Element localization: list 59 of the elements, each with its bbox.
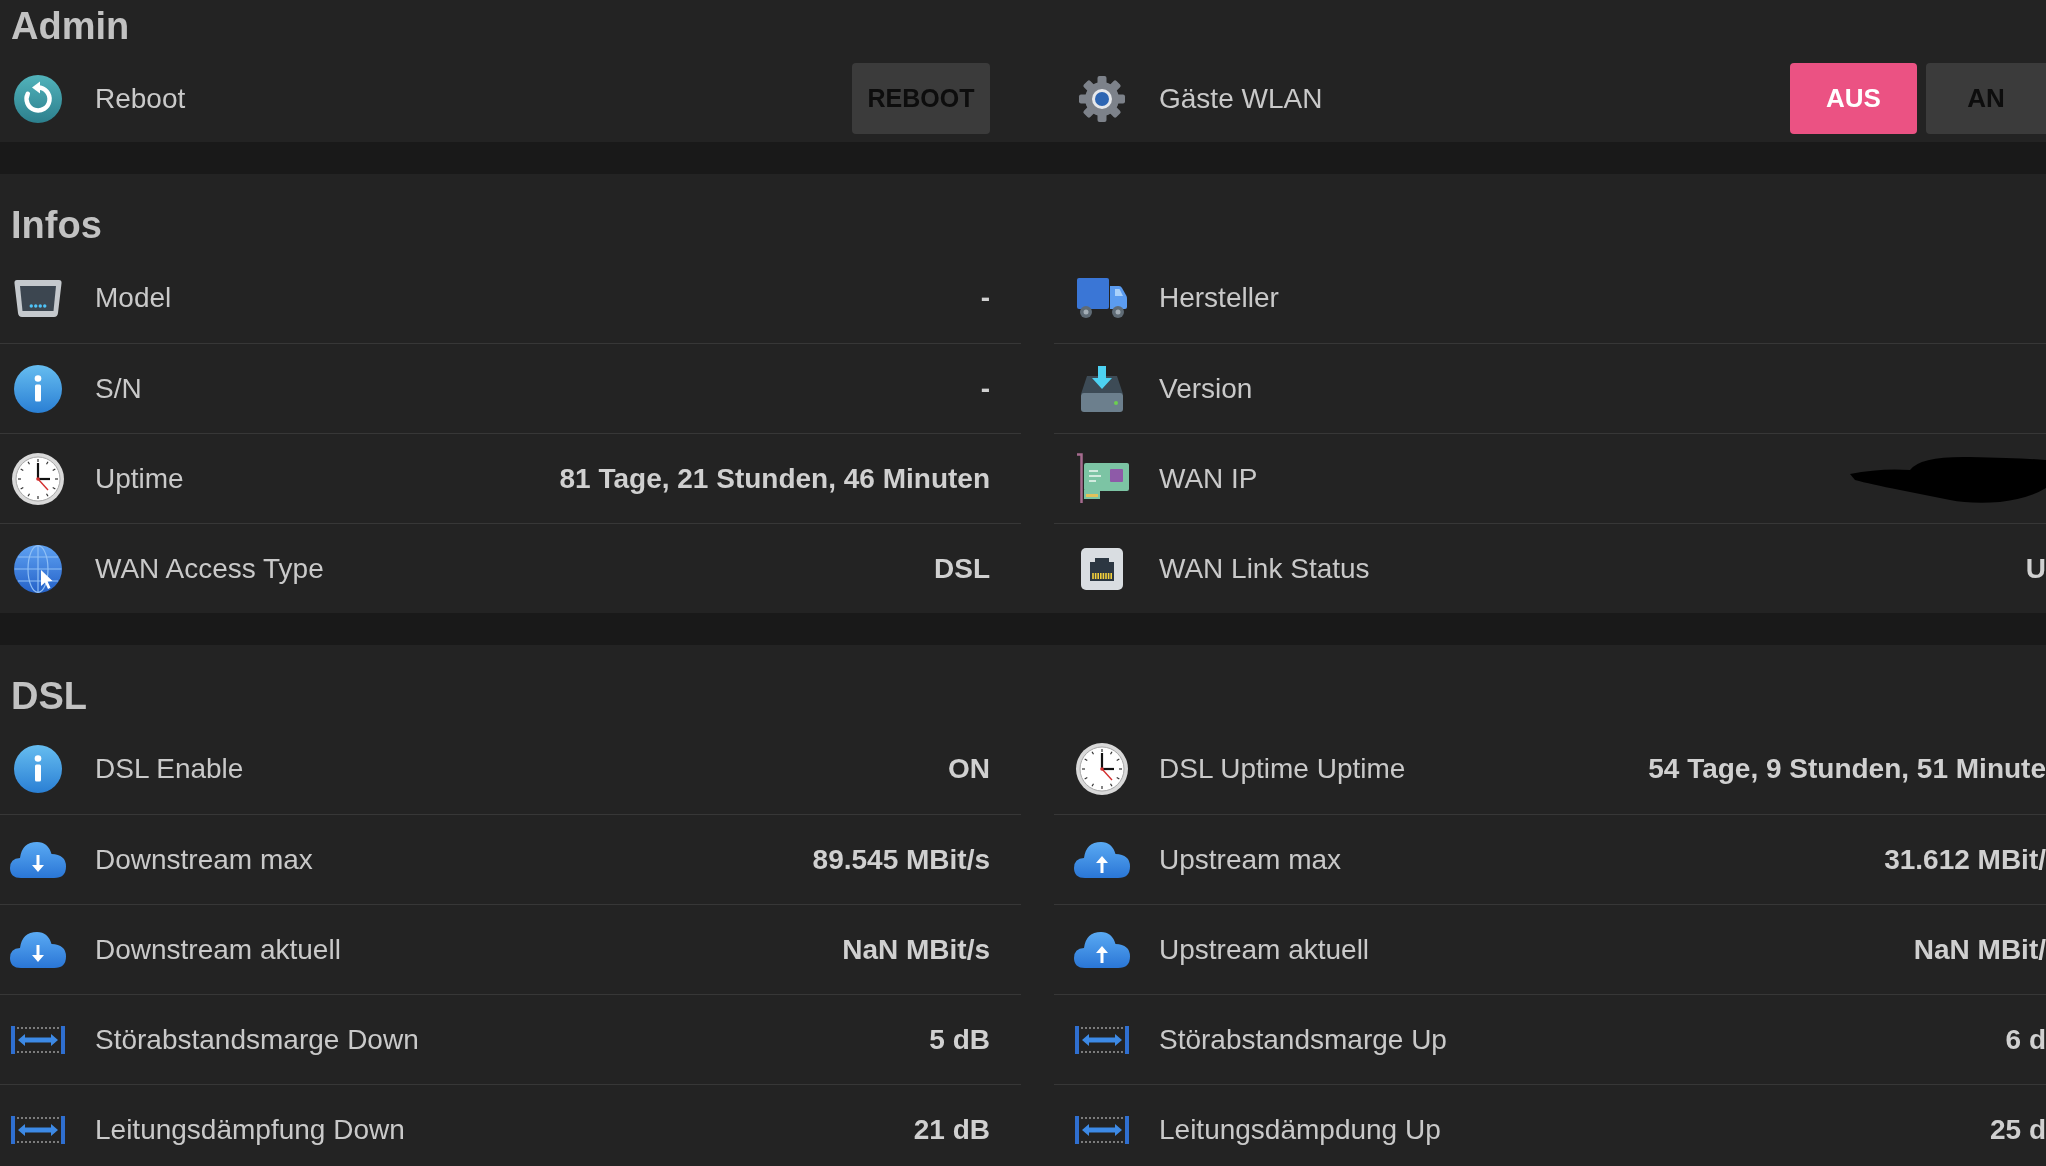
row-label: WAN IP bbox=[1159, 461, 1258, 496]
row-label: Upstream aktuell bbox=[1159, 932, 1370, 967]
row-label: DSL Enable bbox=[95, 752, 244, 786]
row-value: DSL bbox=[934, 551, 990, 586]
router-icon bbox=[14, 279, 62, 317]
cloud-download-icon bbox=[10, 931, 66, 968]
row-value: 54 Tage, 9 Stunden, 51 Minute bbox=[1648, 752, 2046, 786]
row-value: NaN MBit/ bbox=[1913, 932, 2046, 967]
cloud-upload-icon bbox=[1074, 841, 1130, 878]
cloud-download-icon bbox=[10, 841, 66, 878]
info-icon bbox=[14, 745, 62, 793]
row-label: Leitungsdämpfung Down bbox=[95, 1112, 405, 1147]
row-value: 89.545 MBit/s bbox=[812, 842, 990, 877]
cloud-upload-icon bbox=[1074, 931, 1130, 968]
toggle-button[interactable]: AUS bbox=[1790, 63, 1917, 134]
width-arrows-icon bbox=[11, 1115, 65, 1144]
row-value: - bbox=[980, 371, 990, 406]
row-label: WAN Link Status bbox=[1159, 551, 1370, 586]
row-label: Version bbox=[1159, 371, 1253, 406]
row-value: 6 d bbox=[2005, 1022, 2046, 1057]
clock-icon bbox=[12, 452, 64, 505]
row-label: S/N bbox=[95, 371, 142, 406]
row-value: - bbox=[980, 281, 990, 315]
row-value: ON bbox=[948, 752, 990, 786]
truck-icon bbox=[1077, 278, 1127, 318]
row-label: Reboot bbox=[95, 81, 186, 116]
row-value: U bbox=[2025, 551, 2046, 586]
globe-icon bbox=[14, 544, 62, 593]
clock-icon bbox=[1076, 743, 1128, 795]
width-arrows-icon bbox=[1075, 1115, 1129, 1144]
row-value: 25 d bbox=[1989, 1112, 2046, 1147]
row-label: Downstream aktuell bbox=[95, 932, 341, 967]
width-arrows-icon bbox=[11, 1025, 65, 1054]
row-label: Uptime bbox=[95, 461, 184, 496]
row-value: 81 Tage, 21 Stunden, 46 Minuten bbox=[559, 461, 990, 496]
row-label: Gäste WLAN bbox=[1159, 81, 1323, 116]
row-label: Model bbox=[95, 281, 172, 315]
row-label: WAN Access Type bbox=[95, 551, 324, 586]
width-arrows-icon bbox=[1075, 1025, 1129, 1054]
row-value: 31.612 MBit/ bbox=[1884, 842, 2046, 877]
gear-icon bbox=[1078, 74, 1126, 123]
row-label: DSL Uptime Uptime bbox=[1159, 752, 1406, 786]
row-label: Störabstandsmarge Down bbox=[95, 1022, 419, 1057]
row-value: 21 dB bbox=[913, 1112, 990, 1147]
row-value: NaN MBit/s bbox=[842, 932, 990, 967]
row-label: Hersteller bbox=[1159, 281, 1279, 315]
drive-download-icon bbox=[1081, 365, 1123, 412]
row-label: Upstream max bbox=[1159, 842, 1342, 877]
section-title: DSL bbox=[11, 674, 87, 719]
row-label: Leitungsdämpdung Up bbox=[1159, 1112, 1441, 1147]
ethernet-port-icon bbox=[1081, 547, 1123, 590]
row-label: Störabstandsmarge Up bbox=[1159, 1022, 1447, 1057]
row-label: Downstream max bbox=[95, 842, 313, 877]
network-card-icon bbox=[1075, 453, 1129, 504]
info-icon bbox=[14, 364, 62, 413]
section-title: Infos bbox=[11, 203, 102, 248]
row-value: 5 dB bbox=[929, 1022, 990, 1057]
reload-icon bbox=[14, 74, 62, 123]
section-title: Admin bbox=[11, 4, 130, 49]
